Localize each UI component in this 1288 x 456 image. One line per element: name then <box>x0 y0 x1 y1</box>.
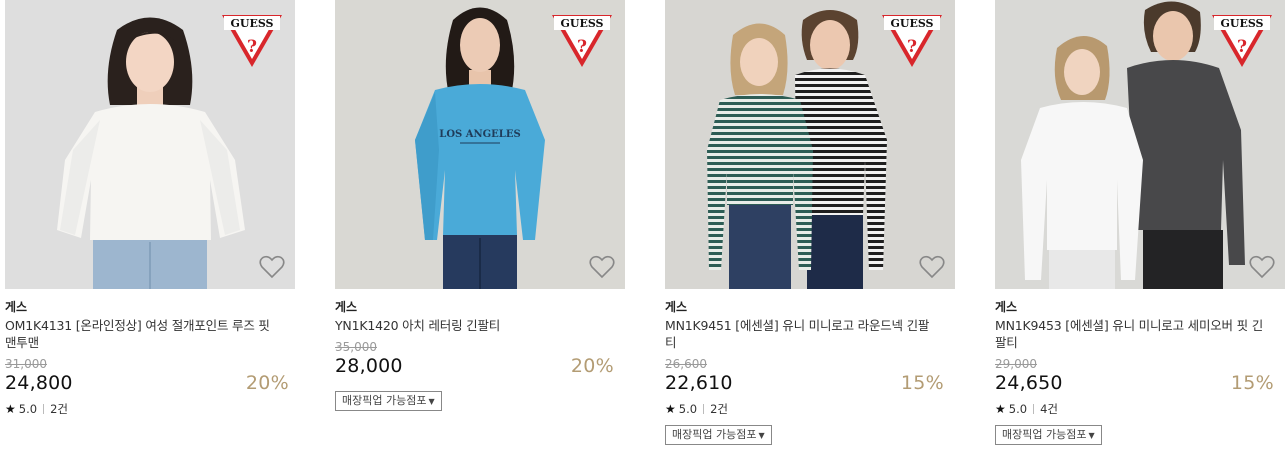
product-card[interactable]: LOS ANGELES GUESS ? 게스 YN1K1420 아치 레터링 긴… <box>335 0 625 411</box>
heart-outline-icon[interactable] <box>259 255 285 279</box>
product-grid: GUESS ? 게스 OM1K4131 [온라인정상] 여성 절개포인트 루즈 … <box>0 0 1288 456</box>
rating: ★ 5.0 4건 <box>995 401 1058 417</box>
divider <box>1033 404 1035 414</box>
product-card[interactable]: GUESS ? 게스 MN1K9451 [에센셜] 유니 미니로고 라운드넥 긴… <box>665 0 955 445</box>
guess-logo-icon: GUESS ? <box>552 15 612 67</box>
brand-name[interactable]: 게스 <box>5 298 27 315</box>
original-price: 31,000 <box>5 357 47 371</box>
svg-text:?: ? <box>907 37 917 57</box>
discount-rate: 15% <box>1230 372 1274 394</box>
discount-rate: 15% <box>900 372 944 394</box>
brand-name[interactable]: 게스 <box>665 298 687 315</box>
sale-price: 22,610 <box>665 372 733 394</box>
product-name[interactable]: OM1K4131 [온라인정상] 여성 절개포인트 루즈 핏 맨투맨 <box>5 317 275 351</box>
heart-outline-icon[interactable] <box>919 255 945 279</box>
svg-text:GUESS: GUESS <box>1220 17 1263 30</box>
discount-rate: 20% <box>570 355 614 377</box>
divider <box>43 404 45 414</box>
store-pickup-label: 매장픽업 가능점포 <box>672 428 757 441</box>
star-icon: ★ <box>995 402 1006 416</box>
store-pickup-label: 매장픽업 가능점포 <box>342 394 427 407</box>
product-image[interactable]: GUESS ? <box>665 0 955 289</box>
store-pickup-dropdown[interactable]: 매장픽업 가능점포 ▼ <box>335 391 442 411</box>
product-image[interactable]: LOS ANGELES GUESS ? <box>335 0 625 289</box>
svg-text:?: ? <box>1237 37 1247 57</box>
store-pickup-dropdown[interactable]: 매장픽업 가능점포 ▼ <box>995 425 1102 445</box>
heart-outline-icon[interactable] <box>589 255 615 279</box>
product-name[interactable]: YN1K1420 아치 레터링 긴팔티 <box>335 317 605 334</box>
brand-name[interactable]: 게스 <box>335 298 357 315</box>
product-card[interactable]: GUESS ? 게스 OM1K4131 [온라인정상] 여성 절개포인트 루즈 … <box>5 0 295 416</box>
product-image[interactable]: GUESS ? <box>995 0 1285 289</box>
divider <box>703 404 705 414</box>
discount-rate: 20% <box>245 372 289 394</box>
svg-text:?: ? <box>247 37 257 57</box>
heart-outline-icon[interactable] <box>1249 255 1275 279</box>
caret-down-icon: ▼ <box>1088 431 1095 440</box>
sale-price: 28,000 <box>335 355 403 377</box>
original-price: 29,000 <box>995 357 1037 371</box>
caret-down-icon: ▼ <box>428 397 435 406</box>
store-pickup-dropdown[interactable]: 매장픽업 가능점포 ▼ <box>665 425 772 445</box>
rating-score: 5.0 <box>18 402 38 416</box>
product-image[interactable]: GUESS ? <box>5 0 295 289</box>
product-name[interactable]: MN1K9451 [에센셜] 유니 미니로고 라운드넥 긴팔티 <box>665 317 935 351</box>
star-icon: ★ <box>5 402 16 416</box>
sale-price: 24,650 <box>995 372 1063 394</box>
star-icon: ★ <box>665 402 676 416</box>
guess-logo-icon: GUESS ? <box>1212 15 1272 67</box>
brand-name[interactable]: 게스 <box>995 298 1017 315</box>
rating: ★ 5.0 2건 <box>5 401 68 417</box>
rating: ★ 5.0 2건 <box>665 401 728 417</box>
svg-text:GUESS: GUESS <box>560 17 603 30</box>
review-count[interactable]: 2건 <box>50 401 68 417</box>
caret-down-icon: ▼ <box>758 431 765 440</box>
product-name[interactable]: MN1K9453 [에센셜] 유니 미니로고 세미오버 핏 긴팔티 <box>995 317 1265 351</box>
svg-text:GUESS: GUESS <box>230 17 273 30</box>
sale-price: 24,800 <box>5 372 73 394</box>
guess-logo-icon: GUESS ? <box>882 15 942 67</box>
review-count[interactable]: 4건 <box>1040 401 1058 417</box>
svg-text:?: ? <box>577 37 587 57</box>
review-count[interactable]: 2건 <box>710 401 728 417</box>
guess-logo-icon: GUESS ? <box>222 15 282 67</box>
svg-text:GUESS: GUESS <box>890 17 933 30</box>
rating-score: 5.0 <box>1008 402 1028 416</box>
store-pickup-label: 매장픽업 가능점포 <box>1002 428 1087 441</box>
rating-score: 5.0 <box>678 402 698 416</box>
product-card[interactable]: GUESS ? 게스 MN1K9453 [에센셜] 유니 미니로고 세미오버 핏… <box>995 0 1285 445</box>
original-price: 35,000 <box>335 340 377 354</box>
svg-text:LOS ANGELES: LOS ANGELES <box>439 129 520 140</box>
original-price: 26,600 <box>665 357 707 371</box>
